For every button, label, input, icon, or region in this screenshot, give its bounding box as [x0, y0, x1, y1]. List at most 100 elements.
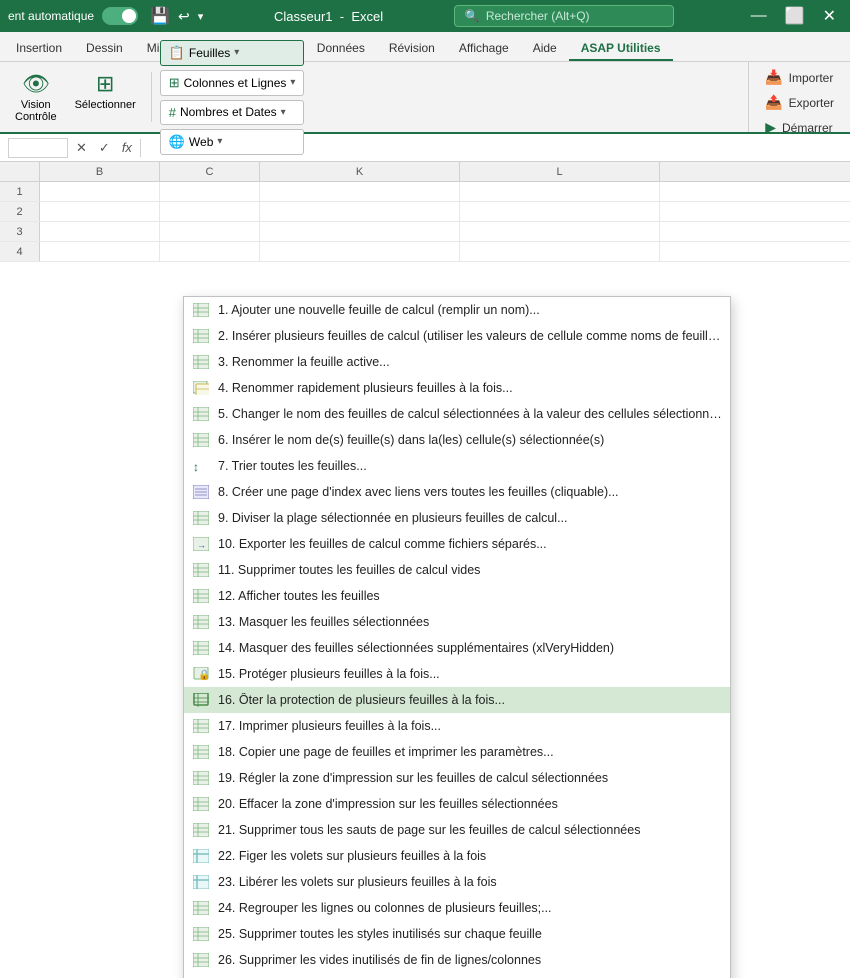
menu-item-19[interactable]: 19. Régler la zone d'impression sur les …	[184, 765, 730, 791]
menu-item-text-1: 1. Ajouter une nouvelle feuille de calcu…	[218, 303, 722, 317]
feuilles-label: Feuilles	[189, 46, 230, 60]
table-row: 4	[0, 242, 850, 262]
cell-l1[interactable]	[460, 182, 660, 201]
cell-c4[interactable]	[160, 242, 260, 261]
menu-item-8[interactable]: 8. Créer une page d'index avec liens ver…	[184, 479, 730, 505]
cell-k3[interactable]	[260, 222, 460, 241]
feuilles-dropdown[interactable]: 📋 Feuilles ▾	[160, 40, 305, 66]
feuilles-dropdown-menu: 1. Ajouter une nouvelle feuille de calcu…	[183, 296, 731, 978]
menu-item-3[interactable]: 3. Renommer la feuille active...	[184, 349, 730, 375]
confirm-formula-icon[interactable]: ✓	[95, 140, 114, 156]
title-bar-title: Classeur1 - Excel	[274, 9, 383, 24]
tab-asap-utilities[interactable]: ASAP Utilities	[569, 35, 673, 61]
insert-function-icon[interactable]: fx	[118, 140, 136, 155]
menu-item-9[interactable]: 9. Diviser la plage sélectionnée en plus…	[184, 505, 730, 531]
cell-b4[interactable]	[40, 242, 160, 261]
demarrer-button[interactable]: ▶ Démarrer	[757, 116, 842, 139]
tab-affichage[interactable]: Affichage	[447, 35, 521, 61]
menu-item-27[interactable]: 27. Rétablir la dernière cellule d'Excel	[184, 973, 730, 978]
tab-aide[interactable]: Aide	[521, 35, 569, 61]
tab-insertion[interactable]: Insertion	[4, 35, 74, 61]
web-dropdown[interactable]: 🌐 Web ▾	[160, 129, 305, 155]
menu-item-4[interactable]: 4. Renommer rapidement plusieurs feuille…	[184, 375, 730, 401]
menu-item-17[interactable]: 17. Imprimer plusieurs feuilles à la foi…	[184, 713, 730, 739]
menu-item-16[interactable]: 16. Ôter la protection de plusieurs feui…	[184, 687, 730, 713]
auto-save-toggle[interactable]	[102, 7, 138, 25]
cell-l2[interactable]	[460, 202, 660, 221]
cell-k4[interactable]	[260, 242, 460, 261]
menu-item-21[interactable]: 21. Supprimer tous les sauts de page sur…	[184, 817, 730, 843]
save-icon[interactable]: 💾	[150, 6, 170, 26]
cell-k2[interactable]	[260, 202, 460, 221]
menu-item-10[interactable]: →10. Exporter les feuilles de calcul com…	[184, 531, 730, 557]
cell-k1[interactable]	[260, 182, 460, 201]
menu-item-5[interactable]: 5. Changer le nom des feuilles de calcul…	[184, 401, 730, 427]
cell-b3[interactable]	[40, 222, 160, 241]
menu-item-26[interactable]: 26. Supprimer les vides inutilisés de fi…	[184, 947, 730, 973]
cell-l3[interactable]	[460, 222, 660, 241]
menu-item-icon-23	[192, 874, 210, 890]
col-header-B[interactable]: B	[40, 162, 160, 181]
tab-dessin[interactable]: Dessin	[74, 35, 135, 61]
menu-item-text-7: 7. Trier toutes les feuilles...	[218, 459, 722, 473]
col-header-C[interactable]: C	[160, 162, 260, 181]
menu-item-18[interactable]: 18. Copier une page de feuilles et impri…	[184, 739, 730, 765]
menu-item-icon-13	[192, 614, 210, 630]
auto-save-label: ent automatique	[8, 9, 94, 23]
menu-item-22[interactable]: 22. Figer les volets sur plusieurs feuil…	[184, 843, 730, 869]
row-num-2: 2	[0, 202, 40, 221]
maximize-icon[interactable]: ⬜	[779, 6, 811, 26]
search-icon: 🔍	[465, 9, 480, 23]
cancel-formula-icon[interactable]: ✕	[72, 140, 91, 156]
table-row: 2	[0, 202, 850, 222]
importer-label: Importer	[789, 71, 834, 85]
menu-item-12[interactable]: 12. Afficher toutes les feuilles	[184, 583, 730, 609]
filename-label: Classeur1	[274, 9, 333, 24]
importer-button[interactable]: 📥 Importer	[757, 66, 842, 89]
cell-c3[interactable]	[160, 222, 260, 241]
tab-donnees[interactable]: Données	[305, 35, 377, 61]
cell-c1[interactable]	[160, 182, 260, 201]
tab-revision[interactable]: Révision	[377, 35, 447, 61]
exporter-button[interactable]: 📤 Exporter	[757, 91, 842, 114]
menu-item-text-16: 16. Ôter la protection de plusieurs feui…	[218, 693, 722, 707]
appname-label: Excel	[351, 9, 383, 24]
menu-item-23[interactable]: 23. Libérer les volets sur plusieurs feu…	[184, 869, 730, 895]
menu-item-25[interactable]: 25. Supprimer toutes les styles inutilis…	[184, 921, 730, 947]
menu-item-text-14: 14. Masquer des feuilles sélectionnées s…	[218, 641, 722, 655]
menu-item-15[interactable]: 🔒15. Protéger plusieurs feuilles à la fo…	[184, 661, 730, 687]
col-header-K[interactable]: K	[260, 162, 460, 181]
cell-b2[interactable]	[40, 202, 160, 221]
search-box[interactable]: 🔍 Rechercher (Alt+Q)	[454, 5, 674, 27]
minimize-icon[interactable]: —	[745, 7, 773, 25]
colonnes-lignes-dropdown[interactable]: ⊞ Colonnes et Lignes ▾	[160, 70, 305, 96]
vision-controle-button[interactable]: 👁 Vision Contrôle	[8, 66, 64, 128]
menu-item-text-24: 24. Regrouper les lignes ou colonnes de …	[218, 901, 722, 915]
menu-item-7[interactable]: ↕ 7. Trier toutes les feuilles...	[184, 453, 730, 479]
selectionner-button[interactable]: ⊞ Sélectionner .	[68, 66, 143, 128]
menu-item-6[interactable]: 6. Insérer le nom de(s) feuille(s) dans …	[184, 427, 730, 453]
menu-item-1[interactable]: 1. Ajouter une nouvelle feuille de calcu…	[184, 297, 730, 323]
menu-item-icon-22	[192, 848, 210, 864]
menu-item-14[interactable]: 14. Masquer des feuilles sélectionnées s…	[184, 635, 730, 661]
col-header-L[interactable]: L	[460, 162, 660, 181]
menu-item-24[interactable]: 24. Regrouper les lignes ou colonnes de …	[184, 895, 730, 921]
svg-text:↕: ↕	[193, 460, 199, 473]
menu-item-icon-17	[192, 718, 210, 734]
menu-item-13[interactable]: 13. Masquer les feuilles sélectionnées	[184, 609, 730, 635]
nombres-dates-dropdown[interactable]: # Nombres et Dates ▾	[160, 100, 305, 125]
menu-item-icon-7: ↕	[192, 458, 210, 474]
menu-item-2[interactable]: 2. Insérer plusieurs feuilles de calcul …	[184, 323, 730, 349]
web-chevron: ▾	[217, 136, 222, 147]
cell-l4[interactable]	[460, 242, 660, 261]
cell-b1[interactable]	[40, 182, 160, 201]
quick-access-arrow[interactable]: ▾	[198, 10, 204, 23]
cell-c2[interactable]	[160, 202, 260, 221]
name-box[interactable]	[8, 138, 68, 158]
menu-item-20[interactable]: 20. Effacer la zone d'impression sur les…	[184, 791, 730, 817]
close-icon[interactable]: ✕	[817, 6, 842, 26]
menu-item-11[interactable]: 11. Supprimer toutes les feuilles de cal…	[184, 557, 730, 583]
row-num-3: 3	[0, 222, 40, 241]
menu-item-icon-15: 🔒	[192, 666, 210, 682]
undo-icon[interactable]: ↩	[178, 8, 190, 25]
